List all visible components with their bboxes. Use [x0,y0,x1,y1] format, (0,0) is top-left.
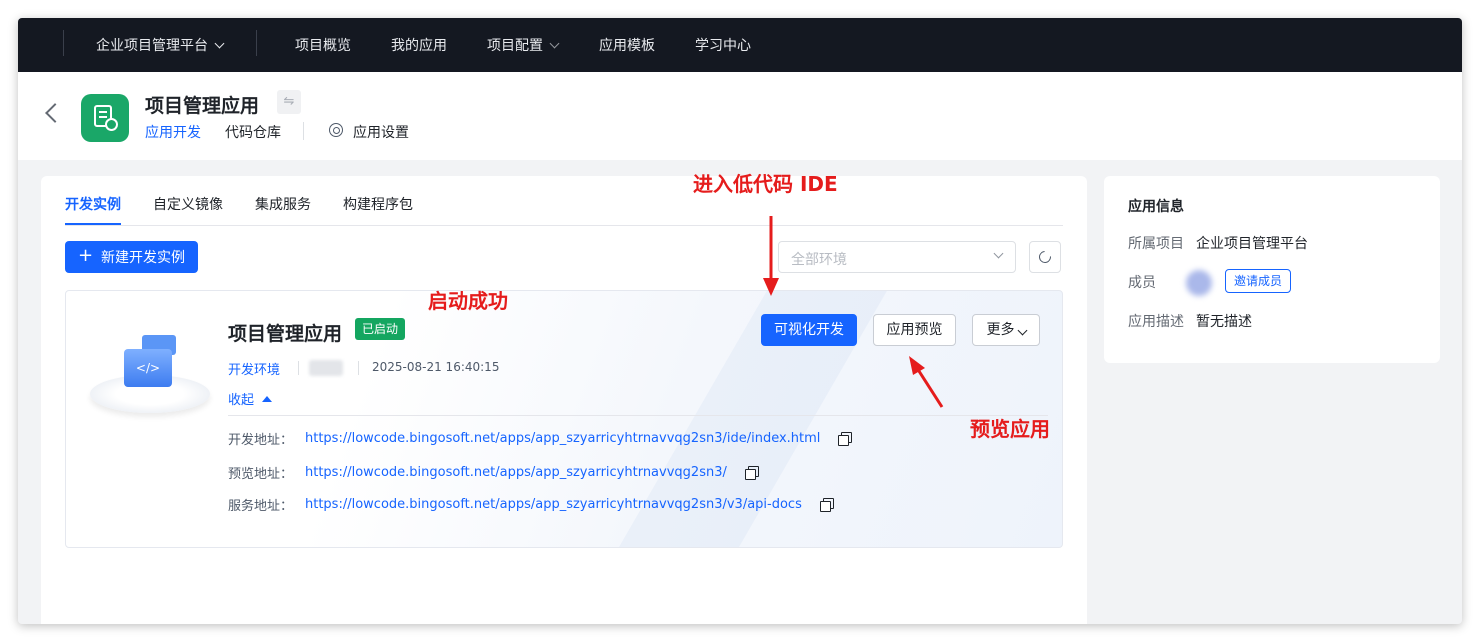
address-label: 开发地址： [228,433,294,448]
annotation-enter-ide: 进入低代码 IDE [693,172,838,196]
chevron-down-icon [1017,325,1027,336]
clock-icon [105,118,118,131]
address-label: 服务地址： [228,499,294,514]
nav-item-overview[interactable]: 项目概览 [295,35,351,55]
copy-icon[interactable] [819,498,834,512]
nav-divider [256,30,257,56]
environment-link[interactable]: 开发环境 [228,359,280,378]
more-label: 更多 [986,322,1015,338]
annotation-preview: 预览应用 [970,417,1050,441]
tab-build-packages[interactable]: 构建程序包 [343,194,413,214]
nav-item-templates[interactable]: 应用模板 [599,35,655,55]
service-address-link[interactable]: https://lowcode.bingosoft.net/apps/app_s… [305,497,802,512]
project-label: 所属项目 [1128,236,1184,252]
copy-icon[interactable] [838,432,853,446]
new-instance-label: 新建开发实例 [101,250,186,266]
annotation-started: 启动成功 [428,289,508,313]
address-label: 预览地址： [228,467,294,482]
invite-member-button[interactable]: 邀请成员 [1225,269,1291,293]
subtab-code-repo[interactable]: 代码仓库 [225,122,281,142]
refresh-icon [1036,248,1054,266]
instances-panel: 开发实例 自定义镜像 集成服务 构建程序包 + 新建开发实例 全部环境 </> … [41,176,1087,624]
app-title: 项目管理应用 [145,95,260,117]
description-label: 应用描述 [1128,314,1184,330]
plus-icon: + [77,245,94,266]
chevron-down-icon [549,38,560,48]
app-info-title: 应用信息 [1128,199,1184,215]
avatar [1186,270,1212,296]
instance-illustration: </> [86,329,216,419]
switch-app-icon[interactable]: ⇋ [277,90,301,114]
chevron-down-icon [993,248,1004,259]
collapse-label: 收起 [228,393,255,408]
meta-divider [358,361,359,375]
top-navbar: 企业项目管理平台 项目概览 我的应用 项目配置 应用模板 学习中心 [18,18,1462,72]
copy-icon[interactable] [744,466,759,480]
app-preview-button[interactable]: 应用预览 [873,314,956,346]
nav-item-project-config[interactable]: 项目配置 [487,35,560,55]
app-logo [81,94,129,142]
meta-divider [298,361,299,375]
new-instance-button[interactable]: + 新建开发实例 [65,241,198,273]
instance-title: 项目管理应用 [228,323,343,345]
nav-divider [63,30,64,56]
chevron-down-icon [214,38,225,48]
nav-item-learning[interactable]: 学习中心 [695,35,751,55]
tab-dev-instances[interactable]: 开发实例 [65,194,121,214]
app-window: 企业项目管理平台 项目概览 我的应用 项目配置 应用模板 学习中心 项目管理应用… [18,18,1462,624]
preview-address-row: 预览地址： https://lowcode.bingosoft.net/apps… [228,463,759,482]
nav-item-label: 项目配置 [487,38,543,54]
collapse-toggle[interactable]: 收起 [228,389,273,408]
nav-item-label: 项目概览 [295,38,351,54]
refresh-button[interactable] [1029,241,1061,273]
app-header: 项目管理应用 ⇋ 应用开发 代码仓库 应用设置 [18,72,1462,160]
project-value: 企业项目管理平台 [1196,236,1308,252]
caret-up-icon [262,396,273,402]
redacted-field [309,360,343,376]
instance-card: </> 项目管理应用 已启动 开发环境 2025-08-21 16:40:15 … [65,290,1063,548]
dev-address-link[interactable]: https://lowcode.bingosoft.net/apps/app_s… [305,431,820,446]
code-icon: </> [124,349,172,387]
tab-integration[interactable]: 集成服务 [255,194,311,214]
nav-item-label: 我的应用 [391,38,447,54]
subtab-app-dev[interactable]: 应用开发 [145,122,201,142]
environment-select[interactable]: 全部环境 [778,241,1016,273]
back-arrow-icon[interactable] [45,103,65,123]
visual-dev-button[interactable]: 可视化开发 [761,314,857,346]
status-badge: 已启动 [355,318,406,340]
app-info-panel: 应用信息 所属项目 企业项目管理平台 成员 邀请成员 应用描述 暂无描述 [1104,176,1440,363]
more-button[interactable]: 更多 [972,314,1040,346]
preview-address-link[interactable]: https://lowcode.bingosoft.net/apps/app_s… [305,465,727,480]
member-label: 成员 [1128,275,1156,291]
description-value: 暂无描述 [1196,314,1252,330]
dev-address-row: 开发地址： https://lowcode.bingosoft.net/apps… [228,429,853,448]
nav-item-label: 应用模板 [599,38,655,54]
tab-custom-images[interactable]: 自定义镜像 [153,194,223,214]
subtab-divider [303,122,304,140]
service-address-row: 服务地址： https://lowcode.bingosoft.net/apps… [228,495,834,514]
nav-item-label: 学习中心 [695,38,751,54]
active-tab-indicator [65,223,121,225]
subtab-app-settings[interactable]: 应用设置 [353,122,409,142]
environment-placeholder: 全部环境 [791,252,847,268]
platform-name: 企业项目管理平台 [96,38,208,54]
nav-item-my-apps[interactable]: 我的应用 [391,35,447,55]
section-divider [228,415,1048,416]
platform-switcher[interactable]: 企业项目管理平台 [96,35,225,55]
instance-tabs: 开发实例 自定义镜像 集成服务 构建程序包 [65,176,1063,226]
timestamp: 2025-08-21 16:40:15 [372,360,500,374]
gear-icon [329,123,343,137]
